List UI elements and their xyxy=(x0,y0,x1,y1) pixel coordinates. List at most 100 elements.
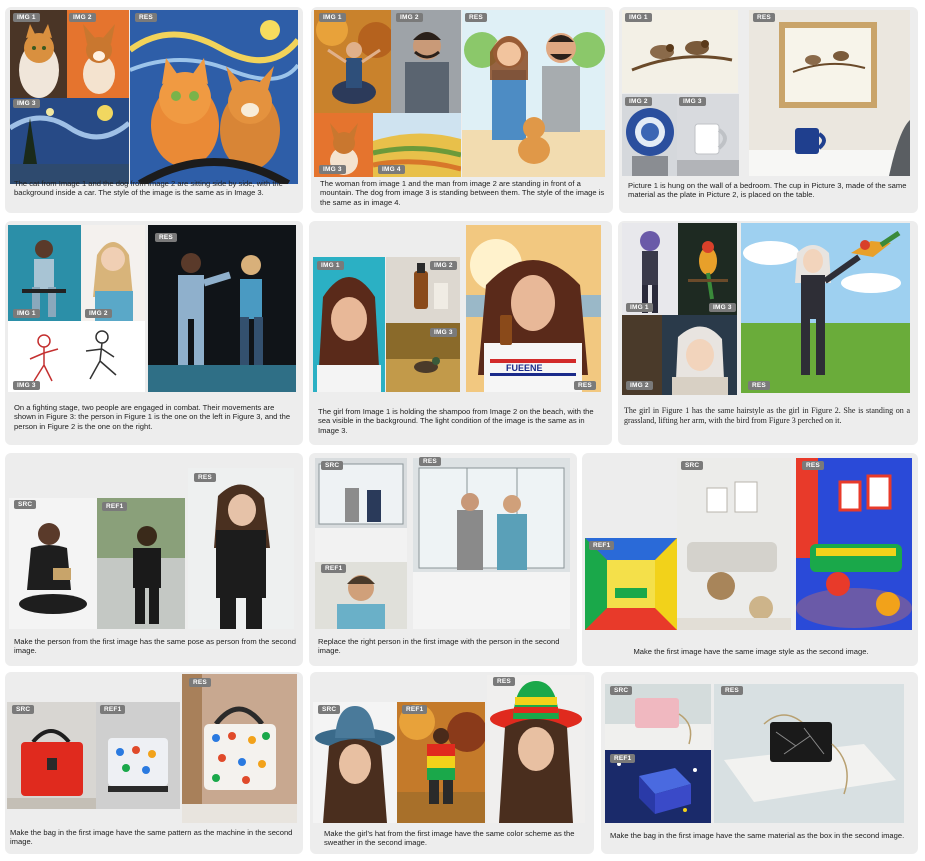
panel-bag-material: SRC RES REF1 Make the bag in the first i… xyxy=(601,672,918,854)
tag-src: SRC xyxy=(14,500,37,509)
tag-src: SRC xyxy=(12,705,35,714)
woman-blonde-photo xyxy=(81,225,145,321)
parrot-photo xyxy=(678,223,737,315)
tag-res: RES xyxy=(419,457,441,466)
birds-painting-photo xyxy=(622,10,738,93)
panel-caption: The woman from image 1 and the man from … xyxy=(320,179,605,207)
panel-caption: On a fighting stage, two people are enga… xyxy=(14,403,291,431)
black-marble-bag-result xyxy=(714,684,904,823)
tag-img2: IMG 2 xyxy=(430,261,457,270)
tag-img2: IMG 2 xyxy=(626,381,653,390)
tag-ref1: REF1 xyxy=(402,705,428,714)
panel-caption: The girl from Image 1 is holding the sha… xyxy=(318,407,594,435)
man-sitting-photo xyxy=(8,225,81,321)
tag-img2: IMG 2 xyxy=(396,13,423,22)
panel-caption: Make the girl's hat from the first image… xyxy=(324,829,575,848)
panel-replace-person: SRC RES REF1 Replace the right person in… xyxy=(309,453,577,666)
panel-image-style: REF1 SRC RES Make the first image have t… xyxy=(582,453,918,666)
starry-night-photo xyxy=(10,98,129,184)
tag-ref1: REF1 xyxy=(610,754,636,763)
man-photo xyxy=(391,10,461,113)
patterned-machine-ref-photo xyxy=(96,702,180,809)
tag-ref1: REF1 xyxy=(100,705,126,714)
panel-caption: Replace the right person in the first im… xyxy=(318,637,560,656)
panel-fighting-stage: RES IMG 1 IMG 2 IMG 3 On a fighting stag… xyxy=(5,221,303,445)
bedroom-result xyxy=(749,10,910,176)
tag-img3: IMG 3 xyxy=(709,303,736,312)
tag-img2: IMG 2 xyxy=(85,309,112,318)
tag-img3: IMG 3 xyxy=(679,97,706,106)
tag-src: SRC xyxy=(318,705,341,714)
tag-res: RES xyxy=(574,381,596,390)
blue-plate-photo xyxy=(622,94,678,176)
dog-photo xyxy=(67,10,129,98)
tag-img1: IMG 1 xyxy=(625,13,652,22)
tag-res: RES xyxy=(493,677,515,686)
tag-img3: IMG 3 xyxy=(13,99,40,108)
panel-caption: Make the bag in the first image have the… xyxy=(10,828,293,847)
tag-res: RES xyxy=(721,686,743,695)
panel-caption: Make the first image have the same image… xyxy=(633,647,869,656)
panel-caption: Picture 1 is hung on the wall of a bedro… xyxy=(628,181,907,200)
tag-ref1: REF1 xyxy=(102,502,128,511)
office-src-photo xyxy=(315,458,407,562)
white-cup-photo xyxy=(677,94,739,176)
shirt-text: FUEENE xyxy=(506,363,543,373)
panel-cat-dog-car: IMG 1 IMG 2 IMG 3 RES The cat from Image… xyxy=(5,7,303,213)
ref-person-photo xyxy=(97,498,185,629)
anime-warrior-photo xyxy=(622,223,678,315)
panel-girl-grassland-bird: IMG 1 IMG 3 IMG 2 RES The girl in Figure… xyxy=(618,221,918,445)
tag-res: RES xyxy=(135,13,157,22)
grassland-result xyxy=(741,223,910,393)
panel-bag-pattern: RES SRC REF1 Make the bag in the first i… xyxy=(5,672,303,854)
cat-dog-car-result xyxy=(130,10,298,184)
tag-img3: IMG 3 xyxy=(13,381,40,390)
tag-res: RES xyxy=(802,461,824,470)
panel-pose-edit: SRC REF1 RES Make the person from the fi… xyxy=(5,453,303,666)
girl-hat-src-photo xyxy=(313,702,397,823)
panel-hat-color: RES SRC REF1 Make the girl's hat from th… xyxy=(310,672,594,854)
tag-res: RES xyxy=(155,233,177,242)
tag-res: RES xyxy=(194,473,216,482)
tag-img1: IMG 1 xyxy=(13,309,40,318)
tag-src: SRC xyxy=(610,686,633,695)
tag-img3: IMG 3 xyxy=(319,165,346,174)
couple-cartoon-result xyxy=(462,10,605,177)
panel-woman-man-mountain: IMG 1 IMG 2 RES IMG 3 IMG 4 The woman fr… xyxy=(311,7,613,213)
panel-caption: The cat from Image 1 and the dog from Im… xyxy=(14,179,283,198)
fighting-result xyxy=(148,225,296,392)
living-room-src-photo xyxy=(677,458,791,630)
tag-res: RES xyxy=(753,13,775,22)
tag-res: RES xyxy=(465,13,487,22)
tag-res: RES xyxy=(748,381,770,390)
office-result xyxy=(413,458,570,629)
panel-girl-shampoo-beach: FUEENE IMG 1 IMG 2 IMG 3 RES The girl fr… xyxy=(309,221,612,445)
tag-img1: IMG 1 xyxy=(626,303,653,312)
tag-img2: IMG 2 xyxy=(625,97,652,106)
tag-img1: IMG 1 xyxy=(319,13,346,22)
tag-ref1: REF1 xyxy=(589,541,615,550)
patterned-bag-result xyxy=(182,674,297,823)
panel-bedroom-cup: IMG 1 RES IMG 2 IMG 3 Picture 1 is hung … xyxy=(619,7,918,213)
src-person-photo xyxy=(9,498,97,629)
tag-res: RES xyxy=(189,678,211,687)
pop-art-ref-photo xyxy=(585,538,677,630)
panel-caption: The girl in Figure 1 has the same hairst… xyxy=(624,406,910,425)
tag-src: SRC xyxy=(321,461,344,470)
tag-ref1: REF1 xyxy=(321,564,347,573)
tag-img1: IMG 1 xyxy=(317,261,344,270)
girl-portrait-photo xyxy=(313,257,385,392)
tag-img4: IMG 4 xyxy=(378,165,405,174)
pose-result xyxy=(188,468,294,629)
woman-photo xyxy=(314,10,392,113)
colorful-room-result xyxy=(796,458,912,630)
cat-photo xyxy=(10,10,68,98)
red-bag-src-photo xyxy=(7,702,96,809)
tag-img3: IMG 3 xyxy=(430,328,457,337)
tag-src: SRC xyxy=(681,461,704,470)
girl-beach-result: FUEENE xyxy=(466,225,601,392)
tag-img1: IMG 1 xyxy=(13,13,40,22)
tag-img2: IMG 2 xyxy=(69,13,96,22)
panel-caption: Make the person from the first image has… xyxy=(14,637,296,656)
colorful-hat-result xyxy=(487,675,585,823)
